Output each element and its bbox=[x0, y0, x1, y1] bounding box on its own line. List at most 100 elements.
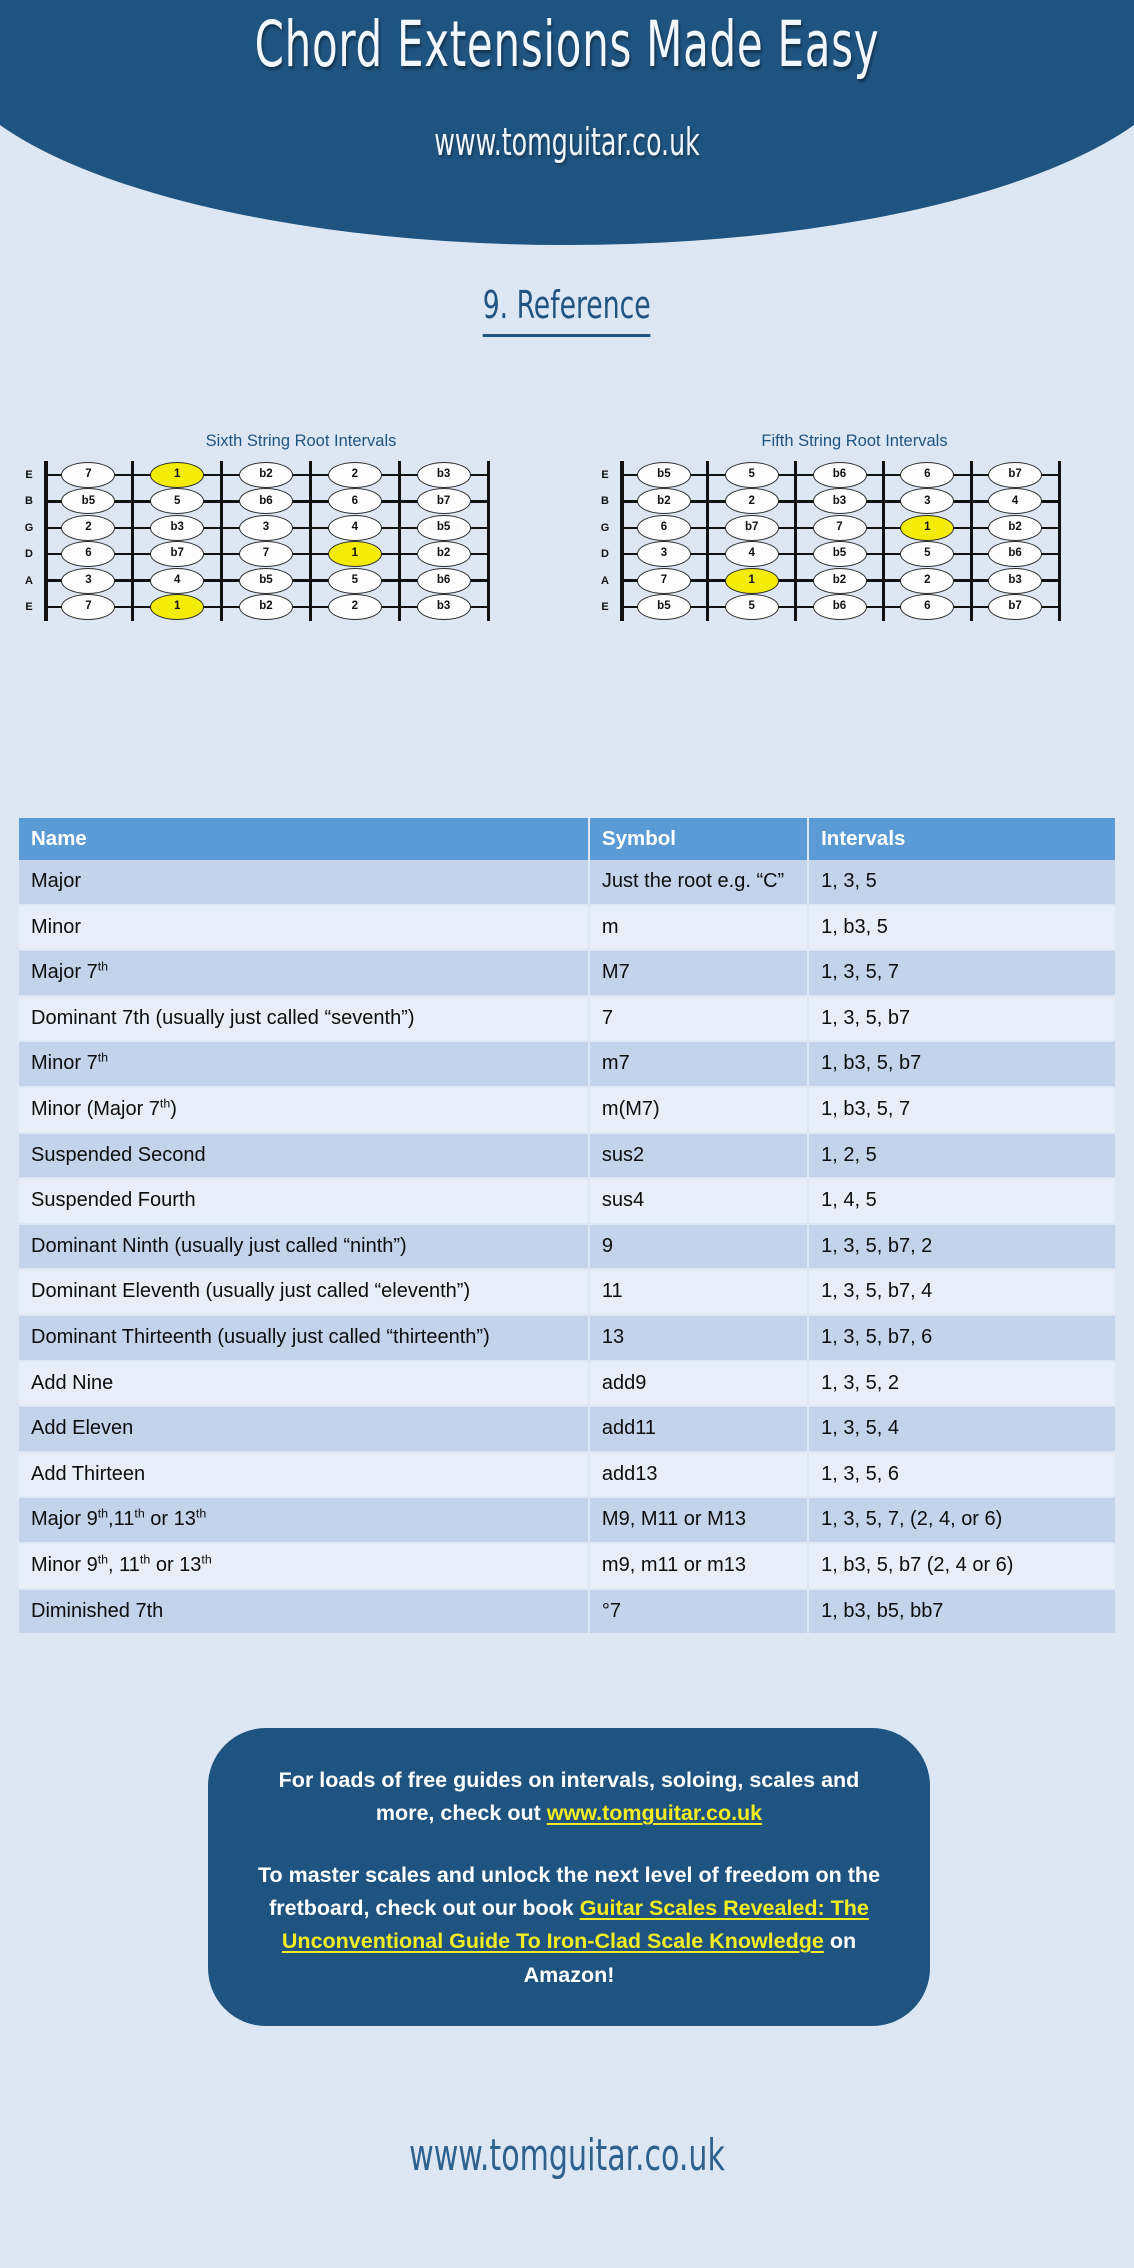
interval-marker: 7 bbox=[636, 567, 691, 594]
table-row: Major 9th,11th or 13th M9, M11 or M13 1, 3… bbox=[19, 1497, 1115, 1544]
promo-paragraph-book: To master scales and unlock the next lev… bbox=[248, 1859, 890, 1992]
string-label-d-3: D bbox=[601, 548, 609, 561]
interval-marker: 3 bbox=[61, 567, 116, 594]
cell-chord-symbol: M9, M11 or M13 bbox=[588, 1497, 810, 1544]
table-row: Dominant Eleventh (usually just called “… bbox=[19, 1269, 1115, 1316]
interval-marker: 4 bbox=[724, 541, 779, 568]
fret-line-1 bbox=[131, 461, 135, 621]
cell-chord-name: Suspended Second bbox=[19, 1132, 590, 1180]
interval-marker: 2 bbox=[900, 567, 955, 594]
interval-marker: 1 bbox=[900, 514, 955, 541]
interval-marker: 1 bbox=[724, 567, 779, 594]
cell-chord-name: Add Thirteen bbox=[19, 1451, 590, 1499]
cell-chord-symbol: °7 bbox=[588, 1588, 810, 1636]
cell-chord-symbol: m bbox=[588, 904, 810, 952]
cell-chord-symbol: add13 bbox=[588, 1451, 810, 1499]
cell-chord-name: Minor bbox=[19, 904, 590, 952]
string-label-e-0: E bbox=[601, 469, 609, 481]
fret-line-3 bbox=[881, 461, 885, 621]
nut-line bbox=[44, 461, 48, 621]
string-label-e-0: E bbox=[25, 469, 33, 481]
header-content: Chord Extensions Made Easy www.tomguitar… bbox=[0, 0, 1134, 164]
interval-marker: b2 bbox=[636, 488, 691, 515]
interval-marker: b3 bbox=[416, 462, 471, 488]
interval-marker: 3 bbox=[636, 541, 691, 568]
cell-chord-intervals: 1, b3, 5, 7 bbox=[808, 1086, 1115, 1134]
table-row: Major Just the root e.g. “C” 1, 3, 5 bbox=[19, 860, 1115, 906]
interval-marker: 6 bbox=[900, 594, 955, 620]
interval-marker: 4 bbox=[150, 567, 205, 594]
string-label-g-2: G bbox=[600, 521, 610, 534]
cell-chord-name: Dominant Ninth (usually just called “nin… bbox=[19, 1223, 590, 1271]
interval-marker: 4 bbox=[327, 514, 382, 541]
cell-chord-name: Add Eleven bbox=[19, 1406, 590, 1453]
cell-chord-name: Dominant 7th (usually just called “seven… bbox=[19, 995, 590, 1043]
column-header-name: Name bbox=[19, 818, 590, 860]
interval-marker: 6 bbox=[900, 462, 955, 488]
cell-chord-intervals: 1, 4, 5 bbox=[808, 1178, 1115, 1225]
string-label-e-5: E bbox=[601, 601, 609, 613]
table-row: Dominant 7th (usually just called “seven… bbox=[19, 995, 1115, 1043]
interval-marker: 1 bbox=[327, 541, 382, 568]
interval-marker: 6 bbox=[61, 541, 116, 568]
fret-line-1 bbox=[706, 461, 710, 621]
cell-chord-intervals: 1, 3, 5 bbox=[808, 860, 1115, 906]
table-header-row: Name Symbol Intervals bbox=[19, 818, 1115, 860]
fret-line-2 bbox=[220, 461, 224, 621]
cell-chord-intervals: 1, 3, 5, 2 bbox=[808, 1360, 1115, 1408]
interval-marker: 5 bbox=[724, 594, 779, 620]
interval-marker: 7 bbox=[812, 514, 867, 541]
interval-marker: 4 bbox=[988, 488, 1043, 515]
table-row: Add Nine add9 1, 3, 5, 2 bbox=[19, 1360, 1115, 1408]
table-row: Diminished 7th °7 1, b3, b5, bb7 bbox=[19, 1588, 1115, 1636]
cell-chord-symbol: 11 bbox=[588, 1269, 810, 1316]
interval-marker: 3 bbox=[900, 488, 955, 515]
cell-chord-symbol: add9 bbox=[588, 1360, 810, 1408]
promo-callout-box: For loads of free guides on intervals, s… bbox=[208, 1728, 930, 2026]
column-header-symbol: Symbol bbox=[588, 818, 810, 860]
promo-link-website[interactable]: www.tomguitar.co.uk bbox=[547, 1801, 762, 1825]
string-name-labels: E BG DA E bbox=[594, 461, 616, 621]
table-row: Suspended Fourth sus4 1, 4, 5 bbox=[19, 1178, 1115, 1225]
footer-website-url: www.tomguitar.co.uk bbox=[409, 2130, 725, 2181]
cell-chord-intervals: 1, 2, 5 bbox=[808, 1132, 1115, 1180]
fret-line-3 bbox=[308, 461, 312, 621]
cell-chord-name: Minor 9th, 11th or 13th bbox=[19, 1542, 590, 1590]
interval-marker: 1 bbox=[150, 594, 205, 620]
chord-reference-table: Name Symbol Intervals Major Just the root… bbox=[19, 818, 1115, 1636]
fretboard-diagrams: Sixth String Root Intervals EBGDAE 7 1 b2 2… bbox=[0, 432, 1134, 692]
cell-chord-intervals: 1, 3, 5, 7 bbox=[808, 950, 1115, 997]
interval-marker: 1 bbox=[150, 462, 205, 488]
interval-marker: 3 bbox=[239, 514, 293, 541]
cell-chord-name: Diminished 7th bbox=[19, 1588, 590, 1636]
string-label-d-3: D bbox=[25, 548, 33, 561]
table-row: Minor m 1, b3, 5 bbox=[19, 904, 1115, 952]
cell-chord-name: Suspended Fourth bbox=[19, 1178, 590, 1225]
interval-marker: 2 bbox=[724, 488, 779, 515]
promo-paragraph-guides: For loads of free guides on intervals, s… bbox=[248, 1764, 890, 1831]
fret-line-4 bbox=[397, 461, 401, 621]
section-title-container: 9. Reference bbox=[0, 283, 1134, 337]
interval-marker: b2 bbox=[416, 541, 471, 568]
interval-marker: b6 bbox=[812, 594, 867, 620]
table-row: Suspended Second sus2 1, 2, 5 bbox=[19, 1132, 1115, 1180]
interval-marker: b7 bbox=[416, 488, 471, 515]
cell-chord-symbol: add11 bbox=[588, 1406, 810, 1453]
interval-marker: b7 bbox=[988, 462, 1043, 488]
header-website-url: www.tomguitar.co.uk bbox=[434, 120, 700, 165]
interval-marker: b2 bbox=[239, 462, 293, 488]
string-label-g-2: G bbox=[24, 521, 34, 534]
table-row: Dominant Thirteenth (usually just called… bbox=[19, 1314, 1115, 1362]
string-label-e-5: E bbox=[25, 601, 33, 613]
fret-area: b5 5 b6 6 b7 b2 2 b3 3 4 6 b7 7 1 b2 3 4 b5 5 b6 7 1 b2 2 b3 b5 5 b… bbox=[620, 461, 1061, 621]
cell-chord-symbol: M7 bbox=[588, 950, 810, 997]
interval-marker: b3 bbox=[150, 514, 205, 541]
cell-chord-intervals: 1, b3, 5 bbox=[808, 904, 1115, 952]
interval-marker: 2 bbox=[61, 514, 116, 541]
nut-line bbox=[620, 461, 624, 621]
interval-marker: 6 bbox=[636, 514, 691, 541]
cell-chord-name: Minor (Major 7th) bbox=[19, 1086, 590, 1134]
string-name-labels: E BG DA E bbox=[18, 461, 40, 621]
cell-chord-intervals: 1, 3, 5, b7 bbox=[808, 995, 1115, 1043]
interval-marker: b5 bbox=[239, 567, 293, 594]
